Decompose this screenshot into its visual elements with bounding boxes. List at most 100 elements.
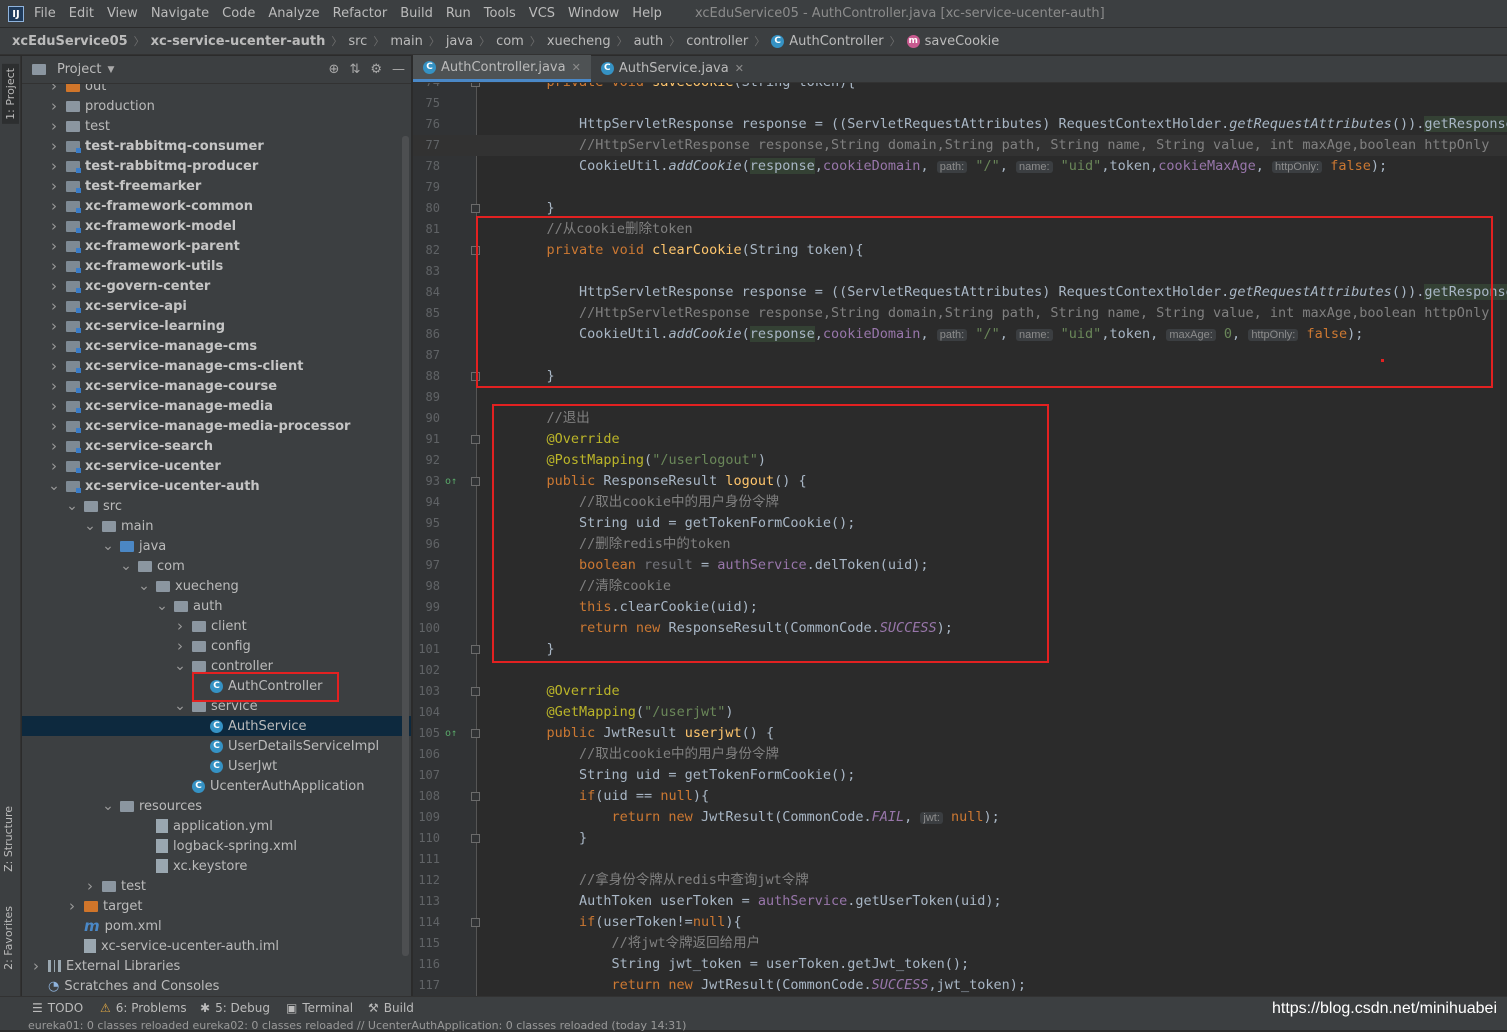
chevron-right-icon[interactable]: › (48, 357, 60, 375)
tree-item[interactable]: › xc-service-search (22, 436, 411, 456)
breadcrumb-item[interactable]: controller (686, 34, 748, 49)
tree-item[interactable]: ◔ Scratches and Consoles (22, 976, 411, 996)
chevron-down-icon[interactable]: ⌄ (84, 519, 96, 533)
tree-item[interactable]: C AuthService (22, 716, 411, 736)
tool-terminal[interactable]: ▣ Terminal (286, 1001, 353, 1015)
chevron-down-icon[interactable]: ⌄ (156, 599, 168, 613)
tree-item[interactable]: › xc-service-manage-media (22, 396, 411, 416)
tree-item[interactable]: › test-freemarker (22, 176, 411, 196)
tab-project-tool[interactable]: 1: Project (2, 64, 19, 124)
close-icon[interactable]: ✕ (735, 62, 744, 75)
tree-item[interactable]: › config (22, 636, 411, 656)
breadcrumb-item[interactable]: m saveCookie (906, 34, 999, 49)
menu-navigate[interactable]: Navigate (151, 6, 209, 21)
tool-debug[interactable]: ✱ 5: Debug (200, 1001, 270, 1015)
breadcrumb-item[interactable]: java (446, 34, 473, 49)
tree-item[interactable]: ⌄ auth (22, 596, 411, 616)
chevron-right-icon[interactable]: › (48, 297, 60, 315)
tree-item[interactable]: › xc-service-ucenter (22, 456, 411, 476)
menu-tools[interactable]: Tools (484, 6, 516, 21)
chevron-right-icon[interactable]: › (48, 397, 60, 415)
tree-item[interactable]: C UserJwt (22, 756, 411, 776)
chevron-right-icon[interactable]: › (48, 437, 60, 455)
chevron-right-icon[interactable]: › (48, 97, 60, 115)
menu-file[interactable]: File (34, 6, 56, 21)
tree-item[interactable]: › test-rabbitmq-producer (22, 156, 411, 176)
tree-item[interactable]: › xc-service-manage-media-processor (22, 416, 411, 436)
chevron-right-icon[interactable]: › (48, 337, 60, 355)
override-marker-icon[interactable]: o↑ (445, 471, 457, 492)
tree-item[interactable]: xc.keystore (22, 856, 411, 876)
hide-icon[interactable]: — (392, 62, 405, 77)
breadcrumb-item[interactable]: main (390, 34, 422, 49)
tree-item[interactable]: › test (22, 876, 411, 896)
chevron-right-icon[interactable]: › (48, 317, 60, 335)
menu-code[interactable]: Code (222, 6, 255, 21)
chevron-down-icon[interactable]: ⌄ (66, 499, 78, 513)
tree-item[interactable]: ⌄ resources (22, 796, 411, 816)
fold-icon[interactable] (471, 477, 480, 486)
close-icon[interactable]: ✕ (572, 61, 581, 74)
chevron-down-icon[interactable]: ⌄ (102, 539, 114, 553)
tool-problems[interactable]: ⚠ 6: Problems (100, 1001, 187, 1015)
chevron-right-icon[interactable]: › (48, 377, 60, 395)
chevron-right-icon[interactable]: › (48, 117, 60, 135)
menu-build[interactable]: Build (400, 6, 433, 21)
chevron-right-icon[interactable]: › (174, 637, 186, 655)
menu-view[interactable]: View (107, 6, 138, 21)
tree-item[interactable]: ⌄ main (22, 516, 411, 536)
gear-icon[interactable]: ⚙ (370, 62, 382, 77)
fold-icon[interactable] (471, 435, 480, 444)
tree-item[interactable]: › production (22, 96, 411, 116)
chevron-down-icon[interactable]: ⌄ (174, 699, 186, 713)
tree-item[interactable]: › xc-framework-common (22, 196, 411, 216)
project-panel-title[interactable]: Project (57, 62, 101, 77)
chevron-right-icon[interactable]: › (84, 877, 96, 895)
tree-item[interactable]: C UserDetailsServiceImpl (22, 736, 411, 756)
locate-icon[interactable]: ⊕ (329, 62, 340, 77)
menu-vcs[interactable]: VCS (529, 6, 555, 21)
tree-item[interactable]: › xc-service-api (22, 296, 411, 316)
tree-item[interactable]: ⌄ src (22, 496, 411, 516)
fold-icon[interactable] (471, 729, 480, 738)
chevron-down-icon[interactable]: ⌄ (102, 799, 114, 813)
chevron-right-icon[interactable]: › (48, 137, 60, 155)
chevron-right-icon[interactable]: › (48, 237, 60, 255)
fold-icon[interactable] (471, 83, 480, 87)
breadcrumb-item[interactable]: xuecheng (547, 34, 611, 49)
editor-tab[interactable]: C AuthController.java ✕ (413, 55, 591, 82)
chevron-right-icon[interactable]: › (48, 177, 60, 195)
editor-tab[interactable]: C AuthService.java ✕ (591, 55, 754, 82)
tool-todo[interactable]: ☰ TODO (32, 1001, 83, 1015)
tree-item[interactable]: m pom.xml (22, 916, 411, 936)
chevron-right-icon[interactable]: › (48, 457, 60, 475)
tree-item[interactable]: › xc-framework-utils (22, 256, 411, 276)
tree-item[interactable]: › xc-framework-parent (22, 236, 411, 256)
chevron-right-icon[interactable]: › (48, 157, 60, 175)
chevron-right-icon[interactable]: › (66, 897, 78, 915)
tree-item[interactable]: application.yml (22, 816, 411, 836)
tree-item[interactable]: › client (22, 616, 411, 636)
tab-structure-tool[interactable]: Z: Structure (2, 806, 15, 872)
chevron-right-icon[interactable]: › (48, 217, 60, 235)
fold-icon[interactable] (471, 687, 480, 696)
breadcrumb-item[interactable]: src (348, 34, 367, 49)
tree-item[interactable]: › test-rabbitmq-consumer (22, 136, 411, 156)
tab-favorites-tool[interactable]: 2: Favorites (2, 906, 15, 970)
tree-item[interactable]: › xc-service-learning (22, 316, 411, 336)
tool-build[interactable]: ⚒ Build (368, 1001, 414, 1015)
menu-refactor[interactable]: Refactor (333, 6, 388, 21)
breadcrumb-item[interactable]: com (496, 34, 524, 49)
tree-item[interactable]: › xc-service-manage-cms (22, 336, 411, 356)
fold-icon[interactable] (471, 645, 480, 654)
tree-item[interactable]: xc-service-ucenter-auth.iml (22, 936, 411, 956)
breadcrumb-item[interactable]: xc-service-ucenter-auth (151, 34, 326, 49)
chevron-down-icon[interactable]: ⌄ (174, 659, 186, 673)
tree-item[interactable]: › xc-framework-model (22, 216, 411, 236)
tree-item[interactable]: › xc-govern-center (22, 276, 411, 296)
tree-item[interactable]: › target (22, 896, 411, 916)
tree-item[interactable]: logback-spring.xml (22, 836, 411, 856)
chevron-right-icon[interactable]: › (30, 957, 42, 975)
breadcrumb-item[interactable]: C AuthController (771, 34, 884, 49)
fold-icon[interactable] (471, 834, 480, 843)
